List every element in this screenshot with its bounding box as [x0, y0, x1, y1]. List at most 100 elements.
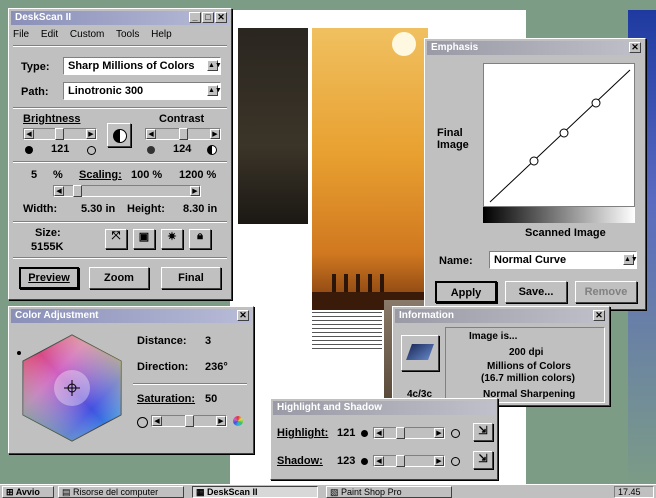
slider-left-arrow[interactable]: ◀	[24, 129, 34, 139]
contrast-circle-icon	[113, 129, 127, 143]
deskscan-icon: ▦	[196, 487, 205, 497]
color-mode: Millions of Colors	[487, 361, 571, 372]
menu-edit[interactable]: Edit	[41, 29, 58, 40]
window-title: DeskScan II	[15, 12, 72, 23]
contrast-slider-thumb[interactable]	[179, 128, 188, 140]
scanned-image-label: Scanned Image	[525, 227, 606, 239]
taskbar-item-label: Risorse del computer	[73, 487, 159, 497]
type-select[interactable]: Sharp Millions of Colors ▲▼	[63, 57, 222, 75]
taskbar-item-my-computer[interactable]: ▤ Risorse del computer	[58, 486, 184, 498]
taskbar-clock: 17.45	[614, 486, 654, 498]
dpi-value: 200 dpi	[509, 347, 544, 358]
slider-left-arrow[interactable]: ◀	[146, 129, 156, 139]
highlight-label: Highlight:	[277, 427, 329, 439]
menu-file[interactable]: File	[13, 29, 29, 40]
slider-left-arrow[interactable]: ◀	[374, 456, 384, 466]
color-adjustment-window: Color Adjustment ✕ Distance: 3 Direction…	[8, 306, 254, 454]
saturation-value: 50	[205, 393, 218, 405]
menu-separator	[13, 45, 227, 47]
shadow-label: Shadow:	[277, 455, 323, 467]
color-hexagon[interactable]	[17, 331, 127, 443]
highlight-slider-thumb[interactable]	[396, 427, 405, 439]
distance-label: Distance:	[137, 335, 187, 347]
curve-plot-area[interactable]	[483, 63, 635, 207]
curve-name-select[interactable]: Normal Curve ▲▼	[489, 251, 638, 269]
dark-dot-icon	[361, 430, 368, 437]
shadow-eyedropper-button[interactable]: ⇲	[473, 451, 493, 469]
taskbar-item-label: Paint Shop Pro	[341, 487, 402, 497]
curve-graph[interactable]	[483, 63, 635, 223]
close-button[interactable]: ✕	[237, 310, 249, 321]
direction-value: 236°	[205, 361, 228, 373]
start-button[interactable]: ⊞ Avvio	[2, 486, 54, 498]
sun-icon	[392, 32, 416, 56]
light-dot-icon	[451, 457, 460, 466]
taskbar-item-deskscan[interactable]: ▦ DeskScan II	[192, 486, 318, 498]
highlight-eyedropper-button[interactable]: ⇲	[473, 423, 493, 441]
remove-curve-button[interactable]: Remove	[575, 281, 637, 303]
scaling-slider[interactable]: ◀ ▶	[53, 185, 201, 197]
menu-tools[interactable]: Tools	[116, 29, 139, 40]
scanner-icon-button[interactable]	[401, 335, 439, 371]
contrast-slider[interactable]: ◀ ▶	[145, 128, 221, 140]
menu-custom[interactable]: Custom	[70, 29, 104, 40]
chevron-down-icon[interactable]: ▲▼	[207, 60, 222, 71]
shadow-slider-thumb[interactable]	[396, 455, 405, 467]
minimize-button[interactable]: _	[189, 12, 201, 23]
distance-value: 3	[205, 335, 212, 347]
contrast-label: Contrast	[159, 113, 205, 125]
sharpen-button[interactable]: ✷	[161, 229, 183, 249]
scaling-value: 100 %	[131, 169, 163, 181]
brightness-label: Brightness	[23, 113, 81, 125]
low-contrast-icon	[147, 146, 155, 154]
preview-button[interactable]: Preview	[19, 267, 79, 289]
taskbar-item-paint-shop-pro[interactable]: ▧ Paint Shop Pro	[326, 486, 452, 498]
frame-button[interactable]: ▣	[133, 229, 155, 249]
lock-button[interactable]: 🔒︎	[189, 229, 211, 249]
slider-right-arrow[interactable]: ▶	[434, 428, 444, 438]
slider-right-arrow[interactable]: ▶	[86, 129, 96, 139]
close-button[interactable]: ✕	[593, 310, 605, 321]
slider-right-arrow[interactable]: ▶	[216, 416, 226, 426]
close-button[interactable]: ✕	[629, 42, 641, 53]
close-button[interactable]: ✕	[215, 12, 227, 23]
highlight-slider[interactable]: ◀ ▶	[373, 427, 445, 439]
slider-right-arrow[interactable]: ▶	[190, 186, 200, 196]
menu-help[interactable]: Help	[151, 29, 172, 40]
slider-left-arrow[interactable]: ◀	[374, 428, 384, 438]
slider-left-arrow[interactable]: ◀	[152, 416, 162, 426]
apply-button[interactable]: Apply	[435, 281, 497, 303]
shadow-slider[interactable]: ◀ ▶	[373, 455, 445, 467]
dark-dot-icon	[361, 458, 368, 465]
window-title: Highlight and Shadow	[277, 402, 382, 413]
menu-bar: File Edit Custom Tools Help	[13, 29, 181, 40]
slider-right-arrow[interactable]: ▶	[210, 129, 220, 139]
contrast-value: 124	[173, 143, 192, 155]
save-curve-button[interactable]: Save...	[505, 281, 567, 303]
brightness-slider-thumb[interactable]	[55, 128, 64, 140]
chevron-down-icon[interactable]: ▲▼	[207, 85, 222, 96]
scaling-slider-thumb[interactable]	[73, 185, 82, 197]
chevron-down-icon[interactable]: ▲▼	[623, 254, 638, 265]
window-title: Color Adjustment	[15, 310, 99, 321]
lock-icon: 🔒︎	[197, 230, 203, 242]
saturation-slider-thumb[interactable]	[185, 415, 194, 427]
image-is-label: Image is...	[469, 331, 518, 342]
maximize-button[interactable]: □	[202, 12, 214, 23]
slider-right-arrow[interactable]: ▶	[434, 456, 444, 466]
scaling-label: Scaling:	[79, 169, 122, 181]
proportions-button[interactable]: ⤧	[105, 229, 127, 249]
preview-sunset-photo	[312, 28, 428, 310]
final-button[interactable]: Final	[161, 267, 221, 289]
path-select[interactable]: Linotronic 300 ▲▼	[63, 82, 222, 100]
brightness-slider[interactable]: ◀ ▶	[23, 128, 97, 140]
final-image-label: Final Image	[437, 127, 469, 151]
auto-exposure-button[interactable]	[107, 123, 131, 147]
saturation-slider[interactable]: ◀ ▶	[151, 415, 227, 427]
deskscan-window: DeskScan II _ □ ✕ File Edit Custom Tools…	[8, 8, 232, 300]
light-dot-icon	[451, 429, 460, 438]
zoom-button[interactable]: Zoom	[89, 267, 149, 289]
slider-left-arrow[interactable]: ◀	[54, 186, 64, 196]
scaling-min: 5	[31, 169, 38, 181]
eyedropper-icon: ⇲	[478, 425, 488, 437]
